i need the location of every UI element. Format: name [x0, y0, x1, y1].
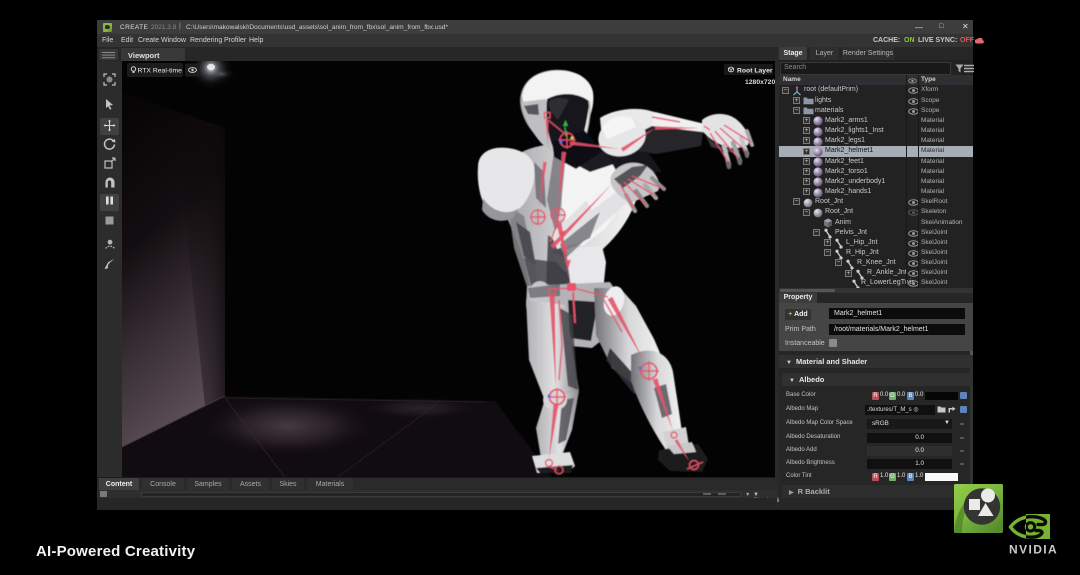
svg-text:1280x720: 1280x720	[745, 79, 775, 86]
svg-text:Root Layer: Root Layer	[737, 67, 773, 74]
svg-text:RTX Real-time: RTX Real-time	[138, 68, 183, 75]
svg-text:NVIDIA: NVIDIA	[1009, 543, 1058, 556]
